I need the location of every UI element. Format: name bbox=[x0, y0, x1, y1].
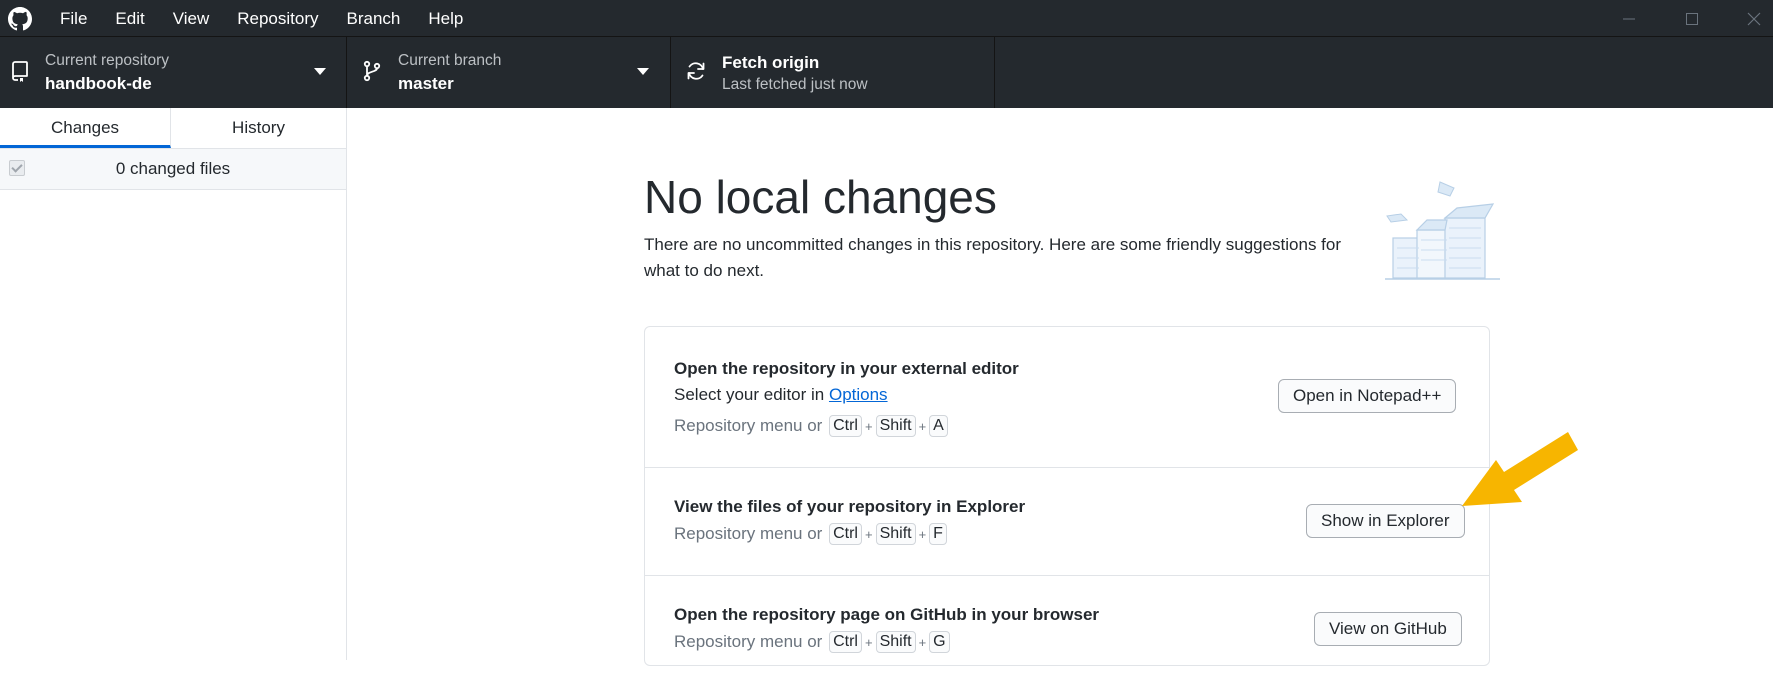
key-letter: G bbox=[929, 631, 950, 653]
empty-state-illustration bbox=[1385, 181, 1500, 280]
branch-selector[interactable]: Current branch master bbox=[347, 37, 671, 108]
suggestion-subtitle-text: Select your editor in bbox=[674, 385, 829, 404]
key-shift: Shift bbox=[875, 523, 916, 545]
title-bar: File Edit View Repository Branch Help bbox=[0, 0, 1773, 37]
maximize-button[interactable] bbox=[1663, 0, 1721, 37]
shortcut-prefix: Repository menu or bbox=[674, 632, 823, 651]
toolbar: Current repository handbook-de Current b… bbox=[0, 37, 1773, 108]
changed-files-header: 0 changed files bbox=[0, 149, 346, 190]
current-branch-label: Current branch bbox=[398, 52, 502, 69]
options-link[interactable]: Options bbox=[829, 385, 888, 404]
chevron-down-icon bbox=[314, 68, 326, 75]
current-repository-label: Current repository bbox=[45, 52, 170, 69]
key-shift: Shift bbox=[875, 631, 916, 653]
menu-branch[interactable]: Branch bbox=[333, 0, 415, 37]
page-description: There are no uncommitted changes in this… bbox=[644, 235, 1342, 280]
keyboard-shortcut-hint: Repository menu or Ctrl + Shift + A bbox=[674, 415, 950, 437]
minimize-icon bbox=[1623, 18, 1635, 19]
repo-icon bbox=[12, 61, 28, 82]
git-branch-icon bbox=[363, 60, 381, 82]
keyboard-shortcut-hint: Repository menu or Ctrl + Shift + F bbox=[674, 523, 949, 545]
key-ctrl: Ctrl bbox=[829, 631, 862, 653]
chevron-down-icon bbox=[637, 68, 649, 75]
fetch-origin-button[interactable]: Fetch origin Last fetched just now bbox=[671, 37, 995, 108]
menu-view[interactable]: View bbox=[159, 0, 224, 37]
key-ctrl: Ctrl bbox=[829, 523, 862, 545]
suggestion-open-editor: Open the repository in your external edi… bbox=[645, 327, 1489, 468]
shortcut-prefix: Repository menu or bbox=[674, 416, 823, 435]
suggestion-title: Open the repository page on GitHub in yo… bbox=[674, 605, 1100, 624]
page-title: No local changes bbox=[644, 171, 997, 223]
last-fetched-status: Last fetched just now bbox=[722, 76, 868, 93]
menu-repository[interactable]: Repository bbox=[223, 0, 332, 37]
repository-selector[interactable]: Current repository handbook-de bbox=[0, 37, 347, 108]
menu-file[interactable]: File bbox=[46, 0, 101, 37]
suggestion-show-in-explorer: View the files of your repository in Exp… bbox=[645, 467, 1489, 576]
suggestion-title: Open the repository in your external edi… bbox=[674, 359, 1019, 378]
sync-icon bbox=[687, 62, 705, 80]
minimize-button[interactable] bbox=[1600, 0, 1658, 37]
close-button[interactable] bbox=[1725, 0, 1773, 37]
fetch-origin-title: Fetch origin bbox=[722, 53, 820, 72]
suggestions-card: Open the repository in your external edi… bbox=[644, 326, 1490, 666]
tab-changes[interactable]: Changes bbox=[0, 108, 171, 148]
plus-icon: + bbox=[864, 634, 873, 650]
open-in-editor-button[interactable]: Open in Notepad++ bbox=[1278, 379, 1457, 413]
menu-edit[interactable]: Edit bbox=[101, 0, 158, 37]
current-repository-name: handbook-de bbox=[45, 74, 152, 93]
sidebar-tabs: Changes History bbox=[0, 108, 346, 149]
key-letter: A bbox=[929, 415, 948, 437]
plus-icon: + bbox=[918, 526, 927, 542]
plus-icon: + bbox=[864, 418, 873, 434]
plus-icon: + bbox=[918, 418, 927, 434]
shortcut-prefix: Repository menu or bbox=[674, 524, 823, 543]
current-branch-name: master bbox=[398, 74, 454, 93]
key-shift: Shift bbox=[875, 415, 916, 437]
show-in-explorer-button[interactable]: Show in Explorer bbox=[1306, 504, 1465, 538]
key-letter: F bbox=[929, 523, 947, 545]
annotation-arrow-icon bbox=[1462, 432, 1578, 506]
menu-bar: File Edit View Repository Branch Help bbox=[46, 0, 477, 37]
github-logo-icon[interactable] bbox=[8, 7, 32, 31]
changed-files-count: 0 changed files bbox=[115, 159, 231, 178]
tab-history[interactable]: History bbox=[171, 108, 346, 148]
menu-help[interactable]: Help bbox=[414, 0, 477, 37]
plus-icon: + bbox=[864, 526, 873, 542]
maximize-icon bbox=[1686, 12, 1698, 25]
keyboard-shortcut-hint: Repository menu or Ctrl + Shift + G bbox=[674, 631, 952, 653]
plus-icon: + bbox=[918, 634, 927, 650]
close-icon bbox=[1747, 12, 1761, 25]
suggestion-title: View the files of your repository in Exp… bbox=[674, 497, 1026, 516]
key-ctrl: Ctrl bbox=[829, 415, 862, 437]
suggestion-view-on-github: Open the repository page on GitHub in yo… bbox=[645, 575, 1489, 675]
view-on-github-button[interactable]: View on GitHub bbox=[1314, 612, 1462, 646]
sidebar: Changes History 0 changed files bbox=[0, 108, 347, 660]
suggestion-subtitle: Select your editor in Options bbox=[674, 385, 888, 405]
